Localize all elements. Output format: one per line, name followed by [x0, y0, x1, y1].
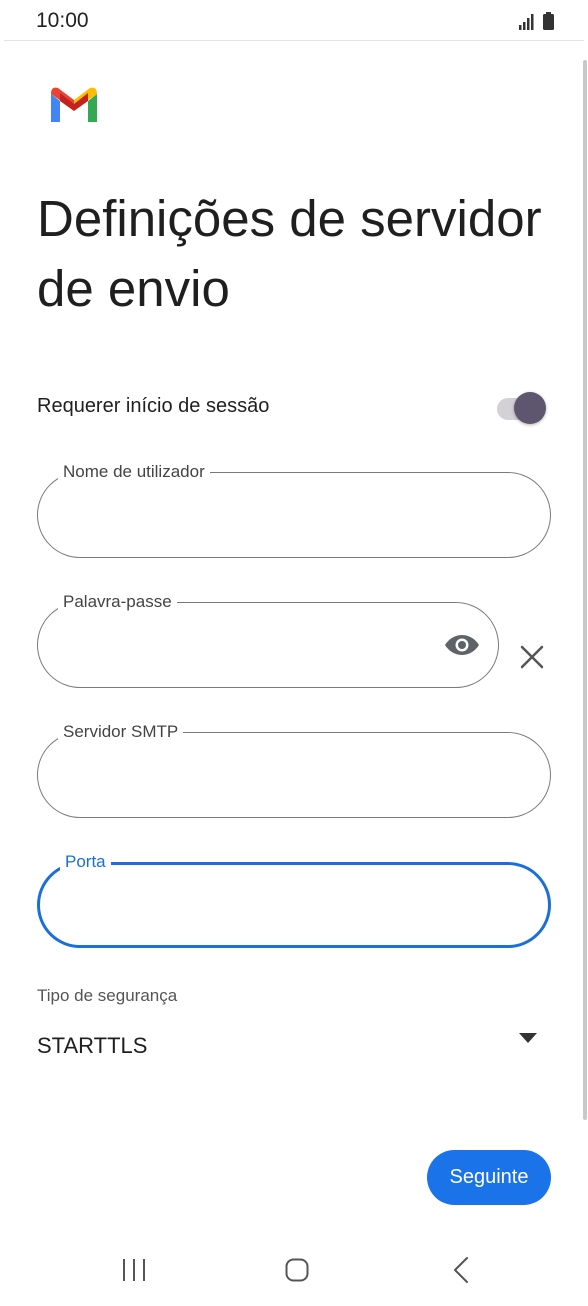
- username-label: Nome de utilizador: [58, 461, 210, 483]
- recent-apps-icon[interactable]: [121, 1258, 147, 1282]
- signal-icon: [519, 14, 534, 30]
- smtp-server-label: Servidor SMTP: [58, 721, 184, 743]
- port-field[interactable]: Porta: [37, 851, 551, 948]
- show-password-eye-icon[interactable]: [444, 633, 480, 657]
- outgoing-server-settings-screen: 10:00 Definições de servidor de envio Re…: [0, 0, 588, 1306]
- home-icon[interactable]: [285, 1258, 309, 1282]
- password-label: Palavra-passe: [58, 591, 177, 613]
- port-label: Porta: [60, 851, 111, 873]
- next-button[interactable]: Seguinte: [427, 1150, 551, 1205]
- smtp-server-field[interactable]: Servidor SMTP: [37, 721, 551, 818]
- status-time: 10:00: [36, 9, 89, 32]
- page-title: Definições de servidor de envio: [37, 190, 542, 317]
- status-bar: 10:00: [0, 0, 588, 40]
- require-login-toggle-thumb[interactable]: [514, 392, 546, 424]
- status-icons: [519, 12, 554, 30]
- gmail-logo-icon: [51, 87, 97, 122]
- battery-icon: [543, 12, 554, 30]
- username-field[interactable]: Nome de utilizador: [37, 461, 551, 558]
- password-field[interactable]: Palavra-passe: [37, 591, 499, 688]
- dropdown-arrow-icon[interactable]: [519, 1033, 537, 1043]
- status-divider: [4, 40, 584, 41]
- security-type-label: Tipo de segurança: [37, 986, 178, 1005]
- scrollbar[interactable]: [583, 60, 587, 1120]
- back-icon[interactable]: [453, 1257, 469, 1283]
- clear-password-close-icon[interactable]: [520, 645, 544, 669]
- security-type-select[interactable]: STARTTLS: [37, 1033, 147, 1059]
- require-login-label: Requerer início de sessão: [37, 395, 270, 417]
